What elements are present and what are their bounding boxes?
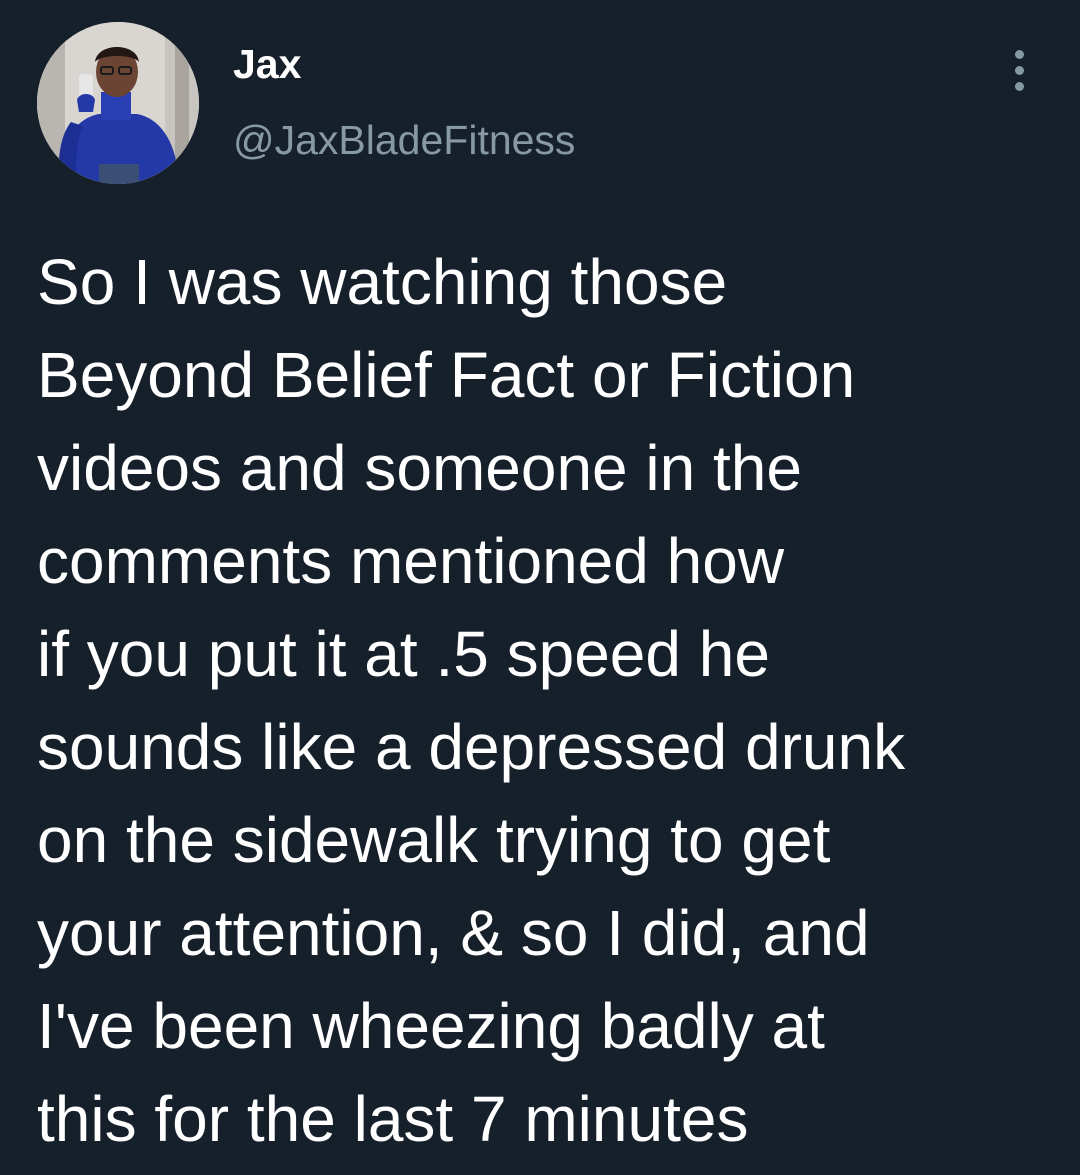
more-dot-icon — [1015, 50, 1024, 59]
author-display-name[interactable]: Jax — [233, 44, 301, 85]
author-handle[interactable]: @JaxBladeFitness — [233, 120, 575, 161]
more-dot-icon — [1015, 66, 1024, 75]
more-dot-icon — [1015, 82, 1024, 91]
author-avatar[interactable] — [37, 22, 199, 184]
tweet-card: Jax @JaxBladeFitness So I was watching t… — [0, 0, 1080, 1175]
more-options-icon[interactable] — [1002, 46, 1038, 96]
tweet-text: So I was watching those Beyond Belief Fa… — [37, 246, 906, 1155]
profile-photo-avatar-icon — [37, 22, 199, 184]
